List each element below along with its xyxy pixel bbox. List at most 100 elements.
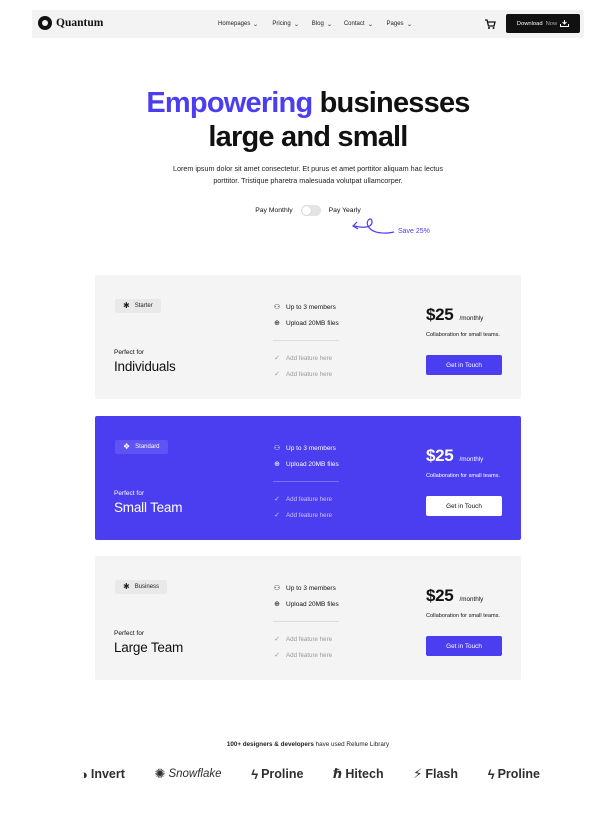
- feature-item-placeholder: ✓ Add feature here: [274, 635, 333, 644]
- chevron-down-icon: ⌄: [406, 21, 413, 28]
- bolt-logo-icon: ϟ: [251, 766, 259, 782]
- navbar: Quantum Homepages ⌄ Pricing ⌄ Blog ⌄ Contac…: [32, 10, 584, 38]
- divider: [273, 621, 339, 622]
- feature-item-placeholder: ✓ Add feature here: [274, 511, 333, 520]
- check-icon: ✓: [274, 652, 280, 659]
- feature-item-placeholder: ✓ Add feature here: [274, 495, 333, 504]
- feature-item-placeholder: ✓ Add feature here: [274, 651, 333, 660]
- hero-title-rest: businesses: [312, 87, 471, 119]
- curved-arrow-icon: [352, 218, 395, 234]
- check-icon: ✓: [274, 496, 280, 503]
- check-icon: ✓: [274, 371, 280, 378]
- feature-item: ⊕ Upload 20MB files: [274, 460, 339, 469]
- price-period: /monthly: [459, 596, 484, 603]
- divider: [273, 481, 339, 482]
- trusted-by-text: 100+ designers & developers have used Re…: [226, 741, 390, 748]
- chevron-down-icon: ⌄: [293, 21, 300, 28]
- get-in-touch-button[interactable]: Get in Touch: [426, 355, 502, 375]
- billing-switch[interactable]: [300, 205, 321, 216]
- users-icon: ⚇: [273, 445, 281, 452]
- upload-icon: ⊕: [274, 320, 280, 327]
- feature-item: ⚇ Up to 3 members: [273, 444, 336, 453]
- hero-title-line2: large and small: [208, 121, 408, 153]
- logo-invert: ◑ Invert: [80, 766, 125, 782]
- logo-proline-2: ϟ Proline: [487, 766, 540, 782]
- hitech-logo-icon: ℏ: [333, 766, 343, 781]
- flash-logo-icon: ⚡: [413, 766, 423, 781]
- upload-icon: ⊕: [274, 461, 280, 468]
- pricing-card-starter: ✱ Starter Perfect for Individuals ⚇ Up to…: [95, 275, 521, 399]
- pricing-card-business: ✱ Business Perfect for Large Team ⚇ Up to…: [95, 556, 521, 680]
- price: $25: [426, 586, 454, 605]
- hero-title: Empowering businesses large and small: [0, 86, 616, 154]
- pay-monthly-label[interactable]: Pay Monthly: [255, 207, 292, 214]
- plan-description: Collaboration for small teams.: [426, 332, 500, 338]
- feature-list: ⚇ Up to 3 members ⊕ Upload 20MB files ✓ Add…: [273, 299, 341, 382]
- snowflake-logo-icon: ✺: [154, 766, 166, 781]
- brand-logo[interactable]: Quantum: [38, 16, 103, 30]
- download-tray-icon: [560, 20, 570, 27]
- feature-item: ⊕ Upload 20MB files: [274, 319, 339, 328]
- pricing-card-standard: ❖ Standard Perfect for Small Team ⚇ Up to…: [95, 416, 521, 540]
- diamond-icon: ❖: [123, 442, 131, 451]
- nav-link-pricing[interactable]: Pricing ⌄: [272, 21, 300, 28]
- cart-icon[interactable]: [484, 18, 496, 30]
- nav-link-pages[interactable]: Pages ⌄: [387, 21, 413, 28]
- feature-item: ⊕ Upload 20MB files: [274, 600, 339, 609]
- price: $25: [426, 305, 454, 324]
- download-now-button[interactable]: Download Now: [506, 14, 580, 33]
- perfect-for-label: Perfect for: [114, 490, 144, 497]
- asterisk-icon: ✱: [123, 582, 130, 591]
- hero-title-accent: Empowering: [146, 87, 313, 119]
- perfect-for-label: Perfect for: [114, 349, 144, 356]
- plan-name: Individuals: [114, 359, 176, 374]
- price-row: $25 /monthly: [426, 446, 483, 466]
- plan-name: Large Team: [114, 640, 184, 655]
- chevron-down-icon: ⌄: [366, 21, 374, 28]
- chevron-down-icon: ⌄: [326, 21, 333, 28]
- feature-item-placeholder: ✓ Add feature here: [274, 370, 333, 379]
- logo-flash: ⚡ Flash: [413, 766, 459, 781]
- check-icon: ✓: [274, 512, 280, 519]
- users-icon: ⚇: [273, 304, 281, 311]
- asterisk-icon: ✱: [123, 301, 130, 310]
- save-badge: Save 25%: [398, 228, 430, 235]
- nav-link-contact[interactable]: Contact ⌄: [344, 21, 373, 28]
- logo-proline: ϟ Proline: [251, 766, 304, 782]
- upload-icon: ⊕: [274, 601, 280, 608]
- price-period: /monthly: [459, 315, 484, 322]
- get-in-touch-button[interactable]: Get in Touch: [426, 636, 502, 656]
- bolt-logo-icon: ϟ: [487, 766, 495, 782]
- plan-badge: ✱ Business: [115, 580, 168, 594]
- check-icon: ✓: [274, 355, 280, 362]
- client-logos: ◑ Invert ✺ Snowflake ϟ Proline ℏ Hitech ⚡ Fla…: [80, 762, 540, 786]
- feature-list: ⚇ Up to 3 members ⊕ Upload 20MB files ✓ Add…: [273, 440, 341, 523]
- brand-name: Quantum: [56, 17, 104, 29]
- nav-link-blog[interactable]: Blog ⌄: [312, 21, 333, 28]
- perfect-for-label: Perfect for: [114, 630, 144, 637]
- price-period: /monthly: [459, 456, 484, 463]
- logo-snowflake: ✺ Snowflake: [154, 766, 222, 781]
- users-icon: ⚇: [273, 585, 281, 592]
- price: $25: [426, 446, 454, 465]
- feature-item-placeholder: ✓ Add feature here: [274, 354, 333, 363]
- feature-item: ⚇ Up to 3 members: [273, 584, 336, 593]
- plan-badge: ✱ Starter: [115, 299, 161, 313]
- feature-item: ⚇ Up to 3 members: [273, 303, 336, 312]
- billing-toggle: Pay Monthly Pay Yearly: [0, 205, 616, 216]
- nav-links: Homepages ⌄ Pricing ⌄ Blog ⌄ Contact ⌄ Pages…: [218, 10, 412, 38]
- chevron-down-icon: ⌄: [252, 21, 259, 28]
- check-icon: ✓: [274, 636, 280, 643]
- quantum-logo-icon: [38, 16, 52, 30]
- price-row: $25 /monthly: [426, 586, 483, 606]
- nav-link-homepages[interactable]: Homepages ⌄: [218, 21, 259, 28]
- logo-hitech: ℏ Hitech: [333, 766, 384, 781]
- feature-list: ⚇ Up to 3 members ⊕ Upload 20MB files ✓ Add…: [273, 580, 341, 663]
- plan-description: Collaboration for small teams.: [426, 473, 500, 479]
- get-in-touch-button[interactable]: Get in Touch: [426, 496, 502, 516]
- plan-description: Collaboration for small teams.: [426, 613, 500, 619]
- divider: [273, 340, 339, 341]
- hero-subtitle: Lorem ipsum dolor sit amet consectetur. …: [172, 164, 444, 185]
- plan-badge: ❖ Standard: [115, 440, 168, 454]
- invert-logo-icon: ◑: [80, 766, 88, 782]
